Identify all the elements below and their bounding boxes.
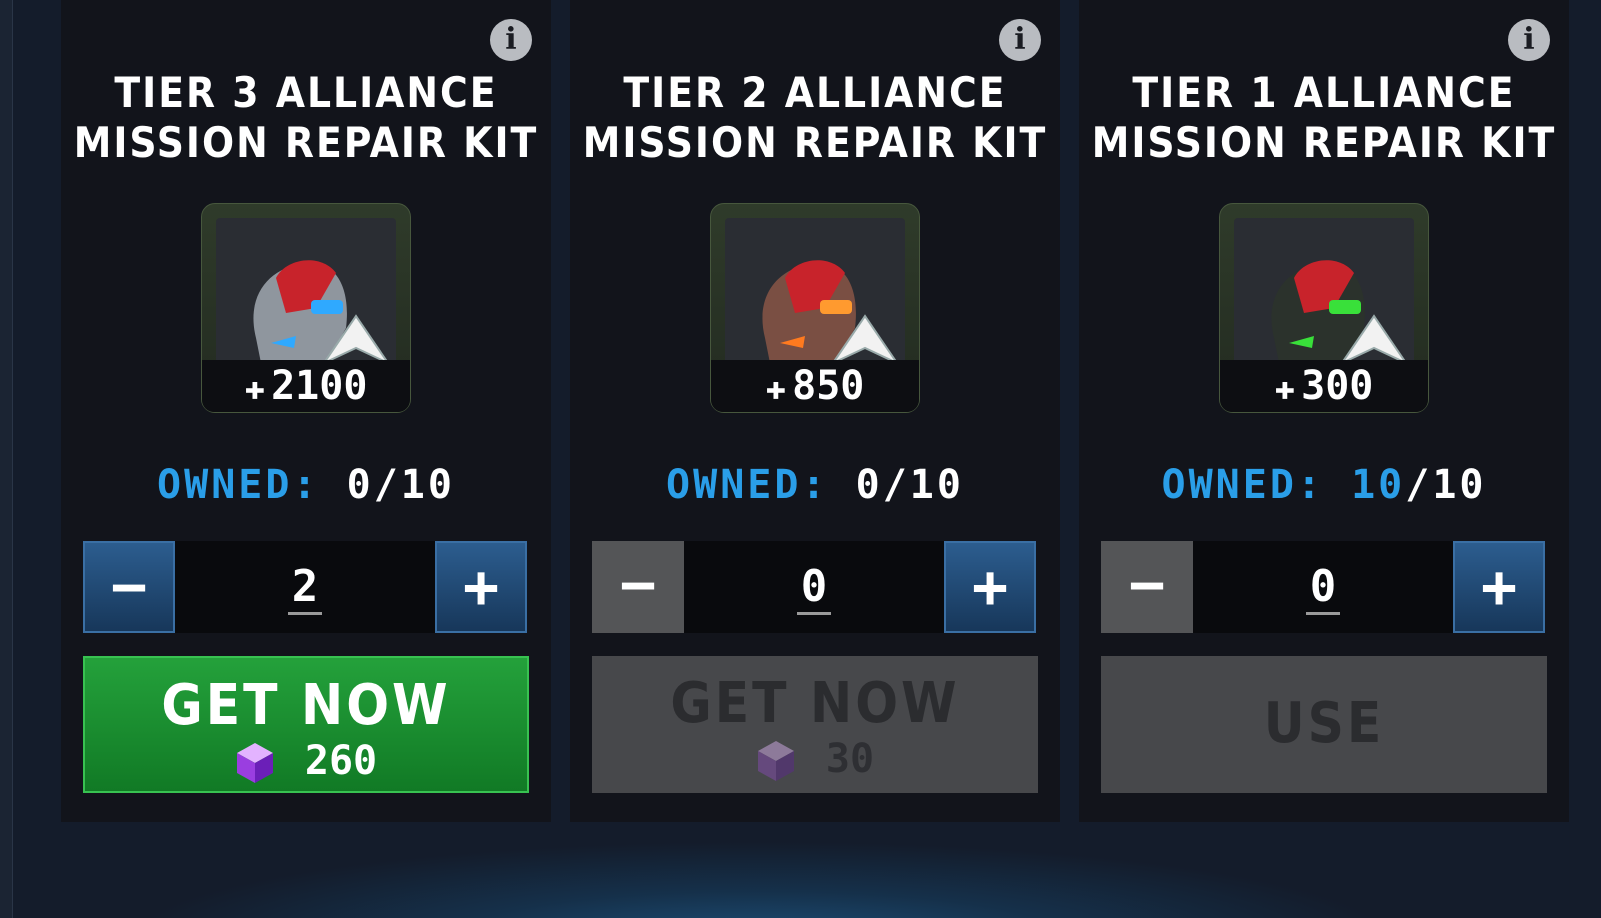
owned-count: OWNED: 0/10	[157, 462, 455, 508]
repair-kit-icon: ✚ 850	[710, 203, 920, 413]
price: 260	[85, 736, 527, 786]
helmet-icon	[762, 260, 899, 364]
helmet-icon	[253, 260, 390, 364]
quantity-value[interactable]: 2	[175, 541, 435, 633]
quantity-value[interactable]: 0	[1193, 541, 1453, 633]
info-icon[interactable]: i	[1508, 19, 1550, 61]
owned-count: OWNED: 0/10	[666, 462, 964, 508]
increase-button[interactable]: +	[435, 541, 527, 633]
repair-kit-icon: ✚ 300	[1219, 203, 1429, 413]
item-card-tier3: i TIER 3 ALLIANCE MISSION REPAIR KIT ✚ 21…	[61, 0, 551, 822]
heart-plus-icon: ✚	[765, 368, 787, 408]
repair-kit-icon: ✚ 2100	[201, 203, 411, 413]
unit-cube-icon	[236, 743, 273, 783]
unit-cube-icon	[757, 741, 794, 781]
health-value: ✚ 2100	[202, 360, 410, 412]
price: 30	[592, 734, 1038, 784]
heart-plus-icon: ✚	[244, 368, 266, 408]
item-title: TIER 3 ALLIANCE MISSION REPAIR KIT	[73, 68, 539, 167]
increase-button[interactable]: +	[1453, 541, 1545, 633]
owned-count: OWNED: 10/10	[1161, 462, 1487, 508]
item-card-tier1: i TIER 1 ALLIANCE MISSION REPAIR KIT ✚ 30…	[1079, 0, 1569, 822]
quantity-stepper: − 0 +	[1101, 541, 1545, 633]
get-now-button[interactable]: GET NOW 260	[83, 656, 529, 793]
item-title: TIER 1 ALLIANCE MISSION REPAIR KIT	[1091, 68, 1557, 167]
get-now-button[interactable]: GET NOW 30	[592, 656, 1038, 793]
quantity-stepper: − 2 +	[83, 541, 527, 633]
item-card-tier2: i TIER 2 ALLIANCE MISSION REPAIR KIT ✚ 85…	[570, 0, 1060, 822]
side-panel-edge	[0, 0, 13, 918]
quantity-value[interactable]: 0	[684, 541, 944, 633]
decrease-button[interactable]: −	[1101, 541, 1193, 633]
decrease-button[interactable]: −	[83, 541, 175, 633]
heart-plus-icon: ✚	[1274, 368, 1296, 408]
item-title: TIER 2 ALLIANCE MISSION REPAIR KIT	[582, 68, 1048, 167]
use-button[interactable]: USE	[1101, 656, 1547, 793]
increase-button[interactable]: +	[944, 541, 1036, 633]
quantity-stepper: − 0 +	[592, 541, 1036, 633]
info-icon[interactable]: i	[999, 19, 1041, 61]
health-value: ✚ 850	[711, 360, 919, 412]
helmet-icon	[1271, 260, 1408, 364]
health-value: ✚ 300	[1220, 360, 1428, 412]
info-icon[interactable]: i	[490, 19, 532, 61]
decrease-button[interactable]: −	[592, 541, 684, 633]
